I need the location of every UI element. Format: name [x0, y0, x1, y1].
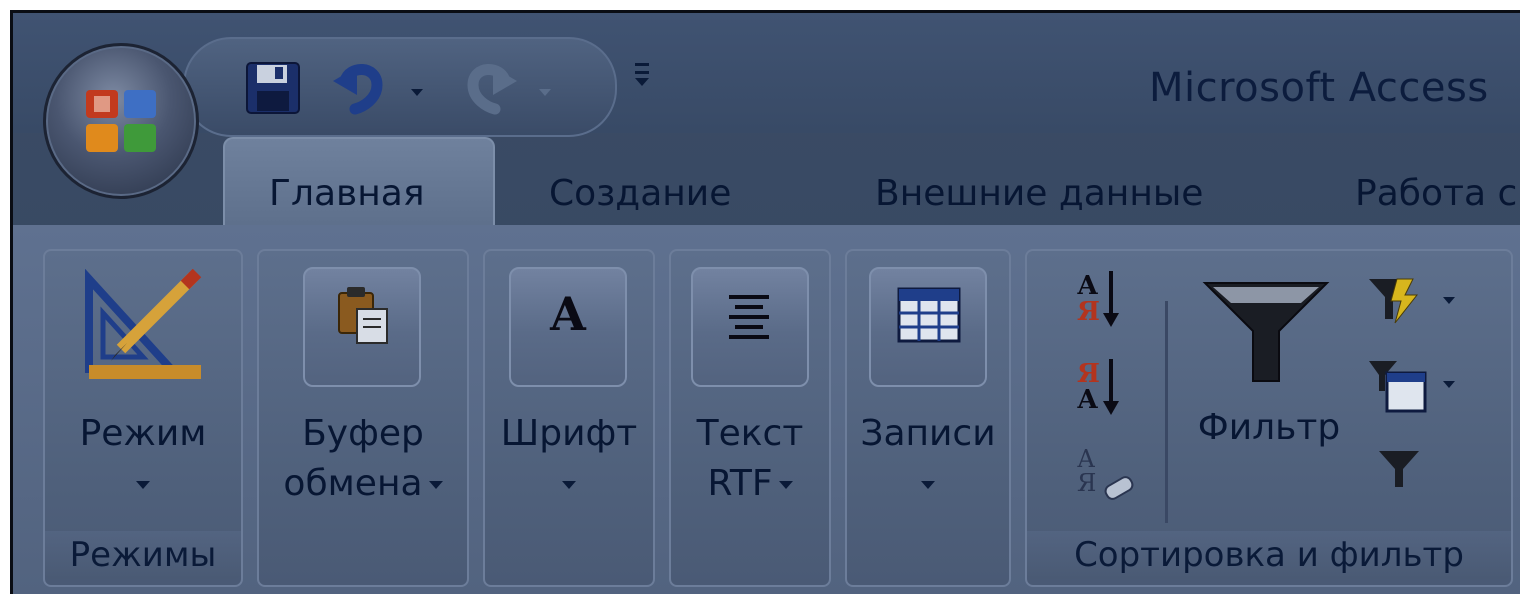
rich-text-button[interactable]: Текст RTF: [671, 409, 829, 509]
access-window: Microsoft Access Главная Создание Внешни…: [10, 10, 1520, 594]
ribbon-tabs: Главная Создание Внешние данные Работа с: [13, 133, 1520, 223]
clipboard-button[interactable]: Буфер обмена: [259, 409, 467, 509]
font-icon: A: [550, 287, 586, 341]
tab-create[interactable]: Создание: [549, 173, 731, 214]
view-mode-label: Режим: [79, 413, 207, 454]
sort-desc-bottom-letter: А: [1077, 385, 1099, 415]
clipboard-label-line1: Буфер: [302, 413, 424, 454]
records-icon-box[interactable]: [869, 267, 987, 387]
group-font: A Шрифт: [483, 249, 655, 587]
font-label: Шрифт: [500, 413, 638, 454]
font-icon-box[interactable]: A: [509, 267, 627, 387]
title-bar: Microsoft Access: [13, 13, 1520, 137]
toggle-filter-button[interactable]: [1377, 447, 1425, 495]
tab-database-tools[interactable]: Работа с: [1355, 173, 1517, 214]
redo-dropdown-icon[interactable]: [539, 81, 551, 100]
group-clipboard: Буфер обмена: [257, 249, 469, 587]
quick-access-toolbar: [183, 37, 617, 137]
window-title: Microsoft Access: [1149, 65, 1489, 111]
undo-icon[interactable]: [333, 59, 389, 115]
office-logo-icon: [86, 90, 156, 152]
sort-descending-button[interactable]: Я А: [1077, 359, 1141, 429]
advanced-filter-icon: [1369, 361, 1427, 413]
chevron-down-icon: [1443, 381, 1455, 388]
selection-filter-button[interactable]: [1367, 275, 1467, 329]
group-views: Режим Режимы: [43, 249, 243, 587]
rich-text-label-line1: Текст: [696, 413, 804, 454]
save-icon[interactable]: [245, 61, 301, 115]
view-mode-icon: [81, 268, 205, 385]
eraser-icon: [1104, 476, 1134, 500]
clear-sort-bottom-letter: Я: [1077, 469, 1097, 497]
sort-asc-bottom-letter: Я: [1077, 297, 1100, 327]
ribbon: Режим Режимы Буфер обмена A Шрифт Текст …: [13, 225, 1520, 594]
group-label-sort-filter: Сортировка и фильтр: [1027, 531, 1511, 579]
records-button[interactable]: Записи: [847, 409, 1009, 509]
rich-text-icon-box[interactable]: [691, 267, 809, 387]
redo-icon[interactable]: [461, 59, 517, 115]
group-rich-text: Текст RTF: [669, 249, 831, 587]
group-separator: [1165, 301, 1168, 523]
filter-lightning-icon: [1369, 278, 1419, 324]
arrow-down-icon: [1103, 359, 1119, 415]
font-button[interactable]: Шрифт: [485, 409, 653, 509]
group-label-views: Режимы: [45, 531, 241, 579]
align-center-icon: [729, 295, 769, 339]
tab-external-data[interactable]: Внешние данные: [875, 173, 1203, 214]
chevron-down-icon: [428, 481, 443, 489]
clear-sort-button[interactable]: А Я: [1077, 445, 1147, 509]
group-sort-filter: А Я Я А А Я Фильтр Сортировка и фильтр: [1025, 249, 1513, 587]
chevron-down-icon: [562, 481, 576, 489]
clipboard-icon: [338, 287, 388, 344]
chevron-down-icon: [1443, 297, 1455, 304]
tab-home[interactable]: Главная: [269, 173, 425, 214]
filter-label: Фильтр: [1197, 407, 1341, 448]
filter-button[interactable]: Фильтр: [1179, 265, 1359, 495]
chevron-down-icon: [921, 481, 935, 489]
records-grid-icon: [897, 287, 961, 343]
clipboard-label-line2: обмена: [283, 463, 423, 504]
office-button[interactable]: [43, 43, 199, 199]
sort-ascending-button[interactable]: А Я: [1077, 271, 1141, 341]
customize-qat-icon[interactable]: [633, 61, 653, 91]
chevron-down-icon: [778, 481, 793, 489]
funnel-icon: [1202, 282, 1330, 382]
funnel-small-icon: [1379, 451, 1419, 487]
view-mode-button[interactable]: Режим: [45, 409, 241, 509]
clipboard-icon-box[interactable]: [303, 267, 421, 387]
arrow-down-icon: [1103, 271, 1119, 327]
records-label: Записи: [860, 413, 996, 454]
undo-dropdown-icon[interactable]: [411, 81, 423, 100]
advanced-filter-button[interactable]: [1367, 357, 1467, 417]
group-records: Записи: [845, 249, 1011, 587]
rich-text-label-line2: RTF: [707, 463, 773, 504]
chevron-down-icon: [136, 481, 150, 489]
